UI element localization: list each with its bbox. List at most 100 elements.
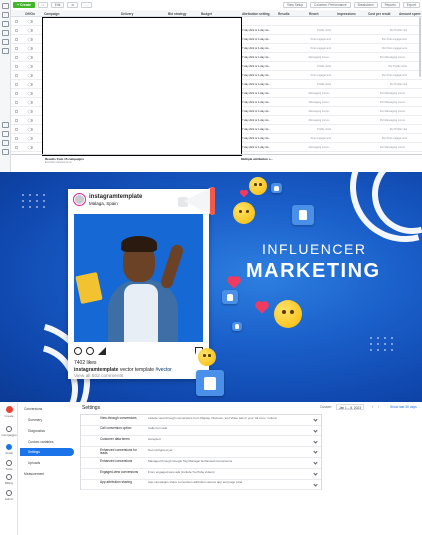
row-toggle[interactable] bbox=[28, 110, 33, 113]
settings-row[interactable]: Customer data terms Accepted bbox=[81, 437, 321, 448]
chevron-down-icon[interactable] bbox=[313, 482, 318, 487]
row-checkbox[interactable] bbox=[15, 146, 18, 149]
chevron-down-icon[interactable] bbox=[313, 460, 318, 465]
col-reach[interactable]: Reach bbox=[309, 12, 319, 16]
row-toggle[interactable] bbox=[28, 137, 33, 140]
row-checkbox[interactable] bbox=[15, 74, 18, 77]
menu-uploads[interactable]: Uploads bbox=[20, 459, 74, 467]
col-delivery[interactable]: Delivery bbox=[121, 12, 133, 16]
show-last-link[interactable]: Show last 30 days bbox=[390, 405, 417, 409]
chevron-down-icon[interactable] bbox=[313, 428, 318, 433]
settings-row[interactable]: App attribution sharing App campaigns sha… bbox=[81, 480, 321, 491]
col-cost-per-result[interactable]: Cost per result bbox=[368, 12, 391, 16]
row-toggle[interactable] bbox=[28, 56, 33, 59]
cell-results: Messaging conve... bbox=[308, 56, 331, 59]
row-checkbox[interactable] bbox=[15, 65, 18, 68]
menu-measurement[interactable]: Measurement bbox=[20, 470, 74, 478]
row-toggle[interactable] bbox=[28, 128, 33, 131]
nav-tools[interactable]: Tools bbox=[1, 460, 17, 474]
setting-value: From engaged-view ads (include YouTube v… bbox=[148, 469, 215, 474]
date-next-button[interactable]: › bbox=[378, 405, 379, 409]
nav-admin[interactable]: Admin bbox=[1, 490, 17, 504]
nav-billing[interactable]: Billing bbox=[1, 474, 17, 488]
col-attribution[interactable]: Attribution setting bbox=[242, 12, 270, 16]
row-toggle[interactable] bbox=[28, 65, 33, 68]
export-dropdown[interactable]: Export bbox=[402, 2, 420, 8]
chevron-down-icon[interactable] bbox=[313, 438, 318, 444]
nav-create[interactable]: Create bbox=[1, 406, 17, 420]
breakdown-dropdown[interactable]: Breakdown bbox=[353, 2, 378, 8]
vertical-scrollbar[interactable] bbox=[419, 17, 421, 77]
chevron-down-icon[interactable] bbox=[313, 417, 318, 422]
menu-settings[interactable]: Settings bbox=[20, 448, 74, 456]
row-checkbox[interactable] bbox=[15, 38, 18, 41]
settings-row[interactable]: View-through conversions Include view-thr… bbox=[81, 415, 321, 426]
chart-icon[interactable] bbox=[2, 39, 9, 45]
row-toggle[interactable] bbox=[28, 20, 33, 23]
row-checkbox[interactable] bbox=[15, 101, 18, 104]
row-toggle[interactable] bbox=[28, 146, 33, 149]
more-button[interactable]: … bbox=[81, 2, 93, 8]
setting-label: View-through conversions bbox=[100, 415, 137, 420]
row-checkbox[interactable] bbox=[15, 92, 18, 95]
menu-conversions[interactable]: Conversions bbox=[20, 405, 74, 413]
columns-dropdown[interactable]: Columns: Performance bbox=[310, 2, 351, 8]
row-checkbox[interactable] bbox=[15, 47, 18, 50]
row-checkbox[interactable] bbox=[15, 137, 18, 140]
menu-summary[interactable]: Summary bbox=[20, 416, 74, 424]
settings-row[interactable]: Enhanced conversions Managed through Goog… bbox=[81, 458, 321, 469]
col-results[interactable]: Results bbox=[278, 12, 290, 16]
nav-campaigns[interactable]: Campaigns bbox=[1, 426, 17, 440]
settings-row[interactable]: Call conversion option Calls from ads bbox=[81, 426, 321, 437]
help-icon[interactable] bbox=[2, 122, 9, 128]
col-bid-strategy[interactable]: Bid strategy bbox=[168, 12, 186, 16]
row-toggle[interactable] bbox=[28, 74, 33, 77]
row-checkbox[interactable] bbox=[15, 119, 18, 122]
row-toggle[interactable] bbox=[28, 101, 33, 104]
menu-custom-variables[interactable]: Custom variables bbox=[20, 438, 74, 446]
nav-goals[interactable]: Goals bbox=[1, 444, 17, 458]
home-icon[interactable] bbox=[2, 3, 9, 9]
row-checkbox[interactable] bbox=[15, 128, 18, 131]
row-toggle[interactable] bbox=[28, 83, 33, 86]
cell-attribution: 7-day click or 1-day vie... bbox=[242, 128, 271, 131]
chevron-down-icon[interactable] bbox=[313, 449, 318, 455]
row-checkbox[interactable] bbox=[15, 110, 18, 113]
reports-dropdown[interactable]: Reports bbox=[380, 2, 400, 8]
chevron-down-icon[interactable] bbox=[313, 471, 318, 476]
create-button[interactable]: + Create bbox=[13, 2, 35, 8]
audience-icon[interactable] bbox=[2, 30, 9, 36]
row-checkbox[interactable] bbox=[15, 29, 18, 32]
settings-row[interactable]: Enhanced conversions for leads Not config… bbox=[81, 447, 321, 458]
duplicate-button[interactable]: □ bbox=[37, 2, 48, 8]
row-checkbox[interactable] bbox=[15, 20, 18, 23]
row-toggle[interactable] bbox=[28, 38, 33, 41]
row-checkbox[interactable] bbox=[15, 56, 18, 59]
search-icon[interactable] bbox=[2, 140, 9, 146]
notifications-icon[interactable] bbox=[2, 131, 9, 137]
view-setup-button[interactable]: View Setup bbox=[282, 2, 308, 8]
row-toggle[interactable] bbox=[28, 92, 33, 95]
footer-excludes: Excludes deleted items bbox=[45, 161, 72, 164]
campaign-icon[interactable] bbox=[2, 21, 9, 27]
row-toggle[interactable] bbox=[28, 29, 33, 32]
grid-icon[interactable] bbox=[2, 12, 9, 18]
setting-label: Engaged-view conversions bbox=[100, 469, 139, 474]
bug-icon[interactable] bbox=[2, 149, 9, 155]
row-checkbox[interactable] bbox=[15, 83, 18, 86]
col-amount-spent[interactable]: Amount spent bbox=[399, 12, 420, 16]
date-range-picker[interactable]: Jan 1 – 8, 2023 bbox=[336, 404, 364, 410]
row-toggle[interactable] bbox=[28, 47, 33, 50]
settings-icon[interactable] bbox=[2, 48, 9, 54]
decor-dots bbox=[22, 194, 46, 208]
settings-row[interactable]: Engaged-view conversions From engaged-vie… bbox=[81, 469, 321, 480]
col-off-on[interactable]: Off/On bbox=[25, 12, 35, 16]
col-campaign[interactable]: Campaign bbox=[44, 12, 59, 16]
menu-diagnostics[interactable]: Diagnostics bbox=[20, 427, 74, 435]
col-budget[interactable]: Budget bbox=[201, 12, 212, 16]
col-impressions[interactable]: Impressions bbox=[337, 12, 356, 16]
date-prev-button[interactable]: ‹ bbox=[372, 405, 373, 409]
edit-button[interactable]: Edit bbox=[50, 2, 65, 8]
row-toggle[interactable] bbox=[28, 119, 33, 122]
ab-test-button[interactable]: ⚖ bbox=[67, 2, 79, 8]
